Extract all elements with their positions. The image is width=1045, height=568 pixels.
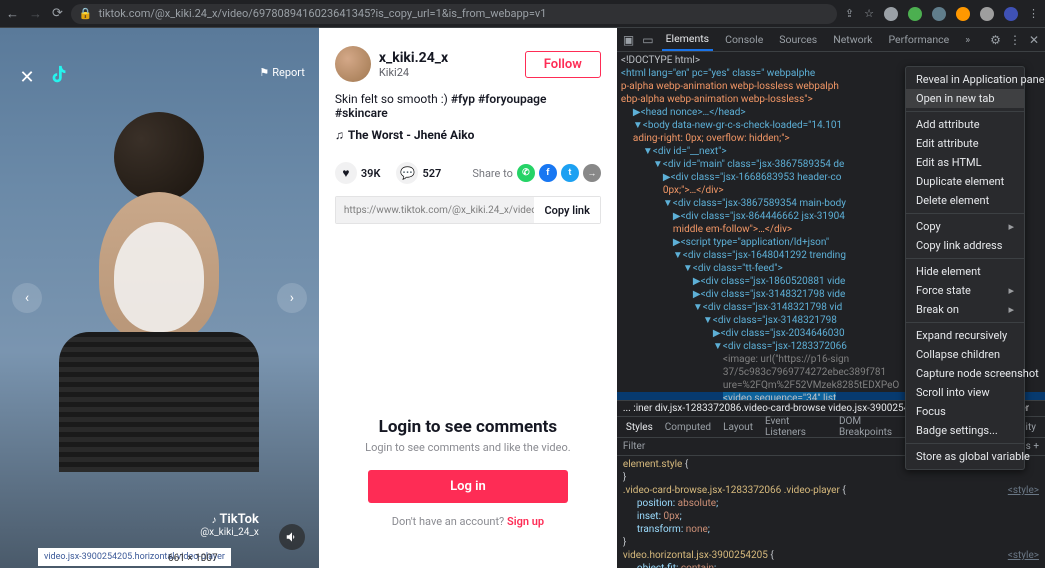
ctx-menu-item[interactable]: Capture node screenshot (906, 364, 1024, 383)
share-whatsapp-icon[interactable]: ✆ (517, 164, 535, 182)
ctx-menu-item[interactable]: Delete element (906, 191, 1024, 210)
ext-icon[interactable] (908, 7, 922, 21)
login-subtitle: Login to see comments and like the video… (335, 441, 601, 454)
ctx-menu-item[interactable]: Break on▸ (906, 300, 1024, 319)
share-label: Share to (472, 167, 513, 180)
forward-icon[interactable]: → (29, 6, 42, 22)
tab-sources[interactable]: Sources (775, 29, 821, 50)
url-bar[interactable]: 🔒 tiktok.com/@x_kiki.24_x/video/69780894… (71, 4, 837, 24)
styles-filter[interactable]: Filter (623, 441, 645, 452)
video-player-panel: ✕ ⚑ Report ‹ › ♪ TikTok @x_kiki_24_x vid… (0, 28, 319, 568)
tab-performance[interactable]: Performance (885, 29, 954, 50)
next-video-button[interactable]: › (277, 283, 307, 313)
report-label: Report (272, 66, 305, 79)
style-tab[interactable]: Styles (621, 420, 658, 435)
add-rule-icon[interactable]: + (1033, 441, 1039, 452)
comment-button[interactable]: 💬 (396, 162, 418, 184)
login-button[interactable]: Log in (368, 470, 568, 503)
tab-elements[interactable]: Elements (662, 28, 714, 51)
tab-network[interactable]: Network (829, 29, 876, 50)
close-button[interactable]: ✕ (14, 64, 40, 90)
share-twitter-icon[interactable]: t (561, 164, 579, 182)
ctx-menu-item[interactable]: Badge settings... (906, 421, 1024, 440)
devtools-tabs: ▣ ▭ Elements Console Sources Network Per… (617, 28, 1045, 52)
video-caption: Skin felt so smooth :) #fyp #foryoupage … (335, 92, 601, 120)
extensions: ⇪ ☆ ⋮ (845, 7, 1039, 21)
context-menu: Reveal in Application panelOpen in new t… (905, 66, 1025, 470)
avatar[interactable] (335, 46, 371, 82)
share-url-field[interactable]: https://www.tiktok.com/@x_kiki.24_x/vide… (336, 197, 535, 223)
star-icon[interactable]: ☆ (864, 7, 874, 20)
ctx-menu-item[interactable]: Focus (906, 402, 1024, 421)
styles-pane[interactable]: element.style { } .video-card-browse.jsx… (617, 456, 1045, 568)
tiktok-watermark: ♪ TikTok @x_kiki_24_x (200, 512, 259, 538)
ctx-menu-item[interactable]: Copy▸ (906, 217, 1024, 236)
music-link[interactable]: ♫ The Worst - Jhené Aiko (335, 128, 601, 142)
device-toggle-icon[interactable]: ▭ (642, 33, 653, 47)
tab-console[interactable]: Console (721, 29, 767, 50)
element-dimensions: 661 × 1007 (168, 553, 218, 564)
like-count: 39K (361, 167, 381, 180)
tab-more[interactable]: » (961, 29, 974, 50)
kebab-icon[interactable]: ⋮ (1009, 33, 1021, 47)
avatar-icon[interactable] (1004, 7, 1018, 21)
report-button[interactable]: ⚑ Report (259, 66, 305, 79)
author-username[interactable]: x_kiki.24_x (379, 50, 517, 66)
ctx-menu-item[interactable]: Add attribute (906, 115, 1024, 134)
ext-icon[interactable] (956, 7, 970, 21)
reload-icon[interactable]: ⟳ (52, 6, 63, 22)
ctx-menu-item[interactable]: Store as global variable (906, 447, 1024, 466)
ctx-menu-item[interactable]: Reveal in Application panel (906, 70, 1024, 89)
ext-icon[interactable] (884, 7, 898, 21)
ctx-menu-item[interactable]: Duplicate element (906, 172, 1024, 191)
ctx-menu-item[interactable]: Hide element (906, 262, 1024, 281)
author-nickname: Kiki24 (379, 66, 517, 79)
back-icon[interactable]: ← (6, 6, 19, 22)
ext-icon[interactable] (932, 7, 946, 21)
ctx-menu-item[interactable]: Collapse children (906, 345, 1024, 364)
mute-button[interactable] (279, 524, 305, 550)
hashtag[interactable]: #skincare (335, 106, 388, 120)
gear-icon[interactable]: ⚙ (990, 33, 1001, 47)
like-button[interactable]: ♥ (335, 162, 357, 184)
follow-button[interactable]: Follow (525, 51, 601, 78)
ctx-menu-item[interactable]: Expand recursively (906, 326, 1024, 345)
music-icon: ♫ (335, 128, 344, 142)
ctx-menu-item[interactable]: Copy link address (906, 236, 1024, 255)
ctx-menu-item[interactable]: Edit as HTML (906, 153, 1024, 172)
share-more-icon[interactable]: → (583, 164, 601, 182)
login-title: Login to see comments (335, 417, 601, 437)
ctx-menu-item[interactable]: Edit attribute (906, 134, 1024, 153)
kebab-icon[interactable]: ⋮ (1028, 7, 1039, 20)
style-tab[interactable]: Event Listeners (760, 414, 832, 440)
hashtag[interactable]: #foryoupage (478, 92, 547, 106)
ctx-menu-item[interactable]: Open in new tab (906, 89, 1024, 108)
copy-link-button[interactable]: Copy link (534, 197, 599, 223)
ctx-menu-item[interactable]: Scroll into view (906, 383, 1024, 402)
signup-link[interactable]: Sign up (507, 515, 544, 528)
hashtag[interactable]: #fyp (451, 92, 475, 106)
style-tab[interactable]: DOM Breakpoints (834, 414, 915, 440)
share-icon[interactable]: ⇪ (845, 7, 854, 20)
close-icon[interactable]: ✕ (1029, 33, 1039, 47)
video-content[interactable] (0, 28, 319, 568)
ext-icon[interactable] (980, 7, 994, 21)
ctx-menu-item[interactable]: Force state▸ (906, 281, 1024, 300)
prev-video-button[interactable]: ‹ (12, 283, 42, 313)
tiktok-logo-icon[interactable] (48, 64, 72, 88)
devtools-panel: ▣ ▭ Elements Console Sources Network Per… (617, 28, 1045, 568)
style-tab[interactable]: Layout (718, 420, 758, 435)
chrome-toolbar: ← → ⟳ 🔒 tiktok.com/@x_kiki.24_x/video/69… (0, 0, 1045, 28)
url-text: tiktok.com/@x_kiki.24_x/video/6978089416… (99, 7, 547, 20)
inspect-icon[interactable]: ▣ (623, 33, 634, 47)
comment-count: 527 (422, 167, 441, 180)
style-tab[interactable]: Computed (660, 420, 716, 435)
flag-icon: ⚑ (259, 66, 269, 79)
lock-icon: 🔒 (79, 7, 93, 20)
video-details-panel: x_kiki.24_x Kiki24 Follow Skin felt so s… (319, 28, 617, 568)
share-facebook-icon[interactable]: f (539, 164, 557, 182)
